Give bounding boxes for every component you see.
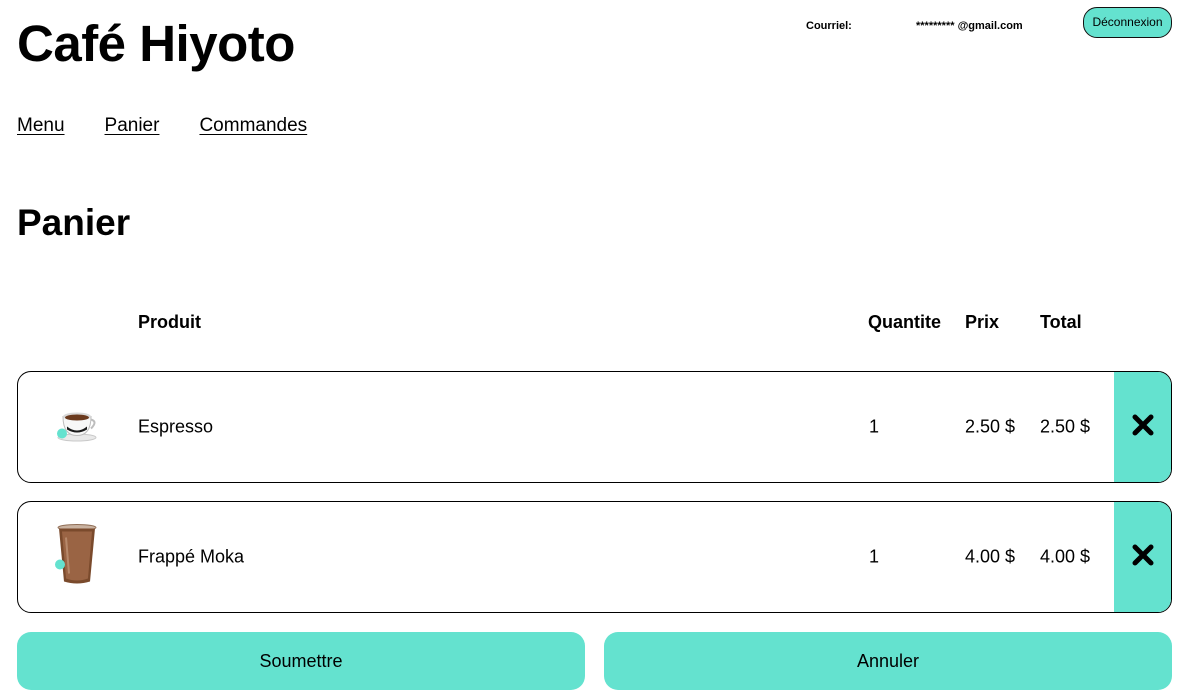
iced-mocha-cup-icon (54, 524, 100, 591)
cart-item-total: 4.00 $ (1040, 546, 1091, 567)
page-title: Panier (17, 202, 131, 243)
cart-item-name: Frappé Moka (138, 546, 245, 567)
page: Café Hiyoto Courriel: ********* @gmail.c… (0, 0, 1200, 700)
espresso-cup-icon (54, 407, 100, 448)
cart-item-total: 2.50 $ (1040, 416, 1091, 437)
logout-button[interactable]: Déconnexion (1083, 7, 1172, 38)
nav-link-commandes[interactable]: Commandes (199, 115, 307, 137)
cart-row: Frappé Moka 1 4.00 $ 4.00 $ (17, 501, 1172, 613)
site-title: Café Hiyoto (17, 15, 295, 72)
remove-item-button[interactable] (1114, 502, 1171, 612)
column-header-total: Total (1040, 312, 1082, 332)
cart-item-price: 4.00 $ (965, 546, 1016, 567)
nav-link-panier[interactable]: Panier (105, 115, 160, 137)
email-value: ********* @gmail.com (916, 20, 1023, 32)
main-nav: Menu Panier Commandes (17, 115, 307, 137)
close-icon (1131, 413, 1155, 442)
cart-item-name: Espresso (138, 416, 214, 437)
cart-row: Espresso 1 2.50 $ 2.50 $ (17, 371, 1172, 483)
column-header-quantity: Quantite (868, 312, 942, 332)
cancel-button[interactable]: Annuler (604, 632, 1172, 690)
column-header-product: Produit (138, 312, 201, 332)
remove-item-button[interactable] (1114, 372, 1171, 482)
close-icon (1131, 543, 1155, 572)
email-label: Courriel: (806, 20, 852, 32)
submit-button[interactable]: Soumettre (17, 632, 585, 690)
cart-item-quantity: 1 (869, 416, 880, 437)
nav-link-menu[interactable]: Menu (17, 115, 65, 137)
cart-item-quantity: 1 (869, 546, 880, 567)
cart-item-price: 2.50 $ (965, 416, 1016, 437)
column-header-price: Prix (965, 312, 1000, 332)
